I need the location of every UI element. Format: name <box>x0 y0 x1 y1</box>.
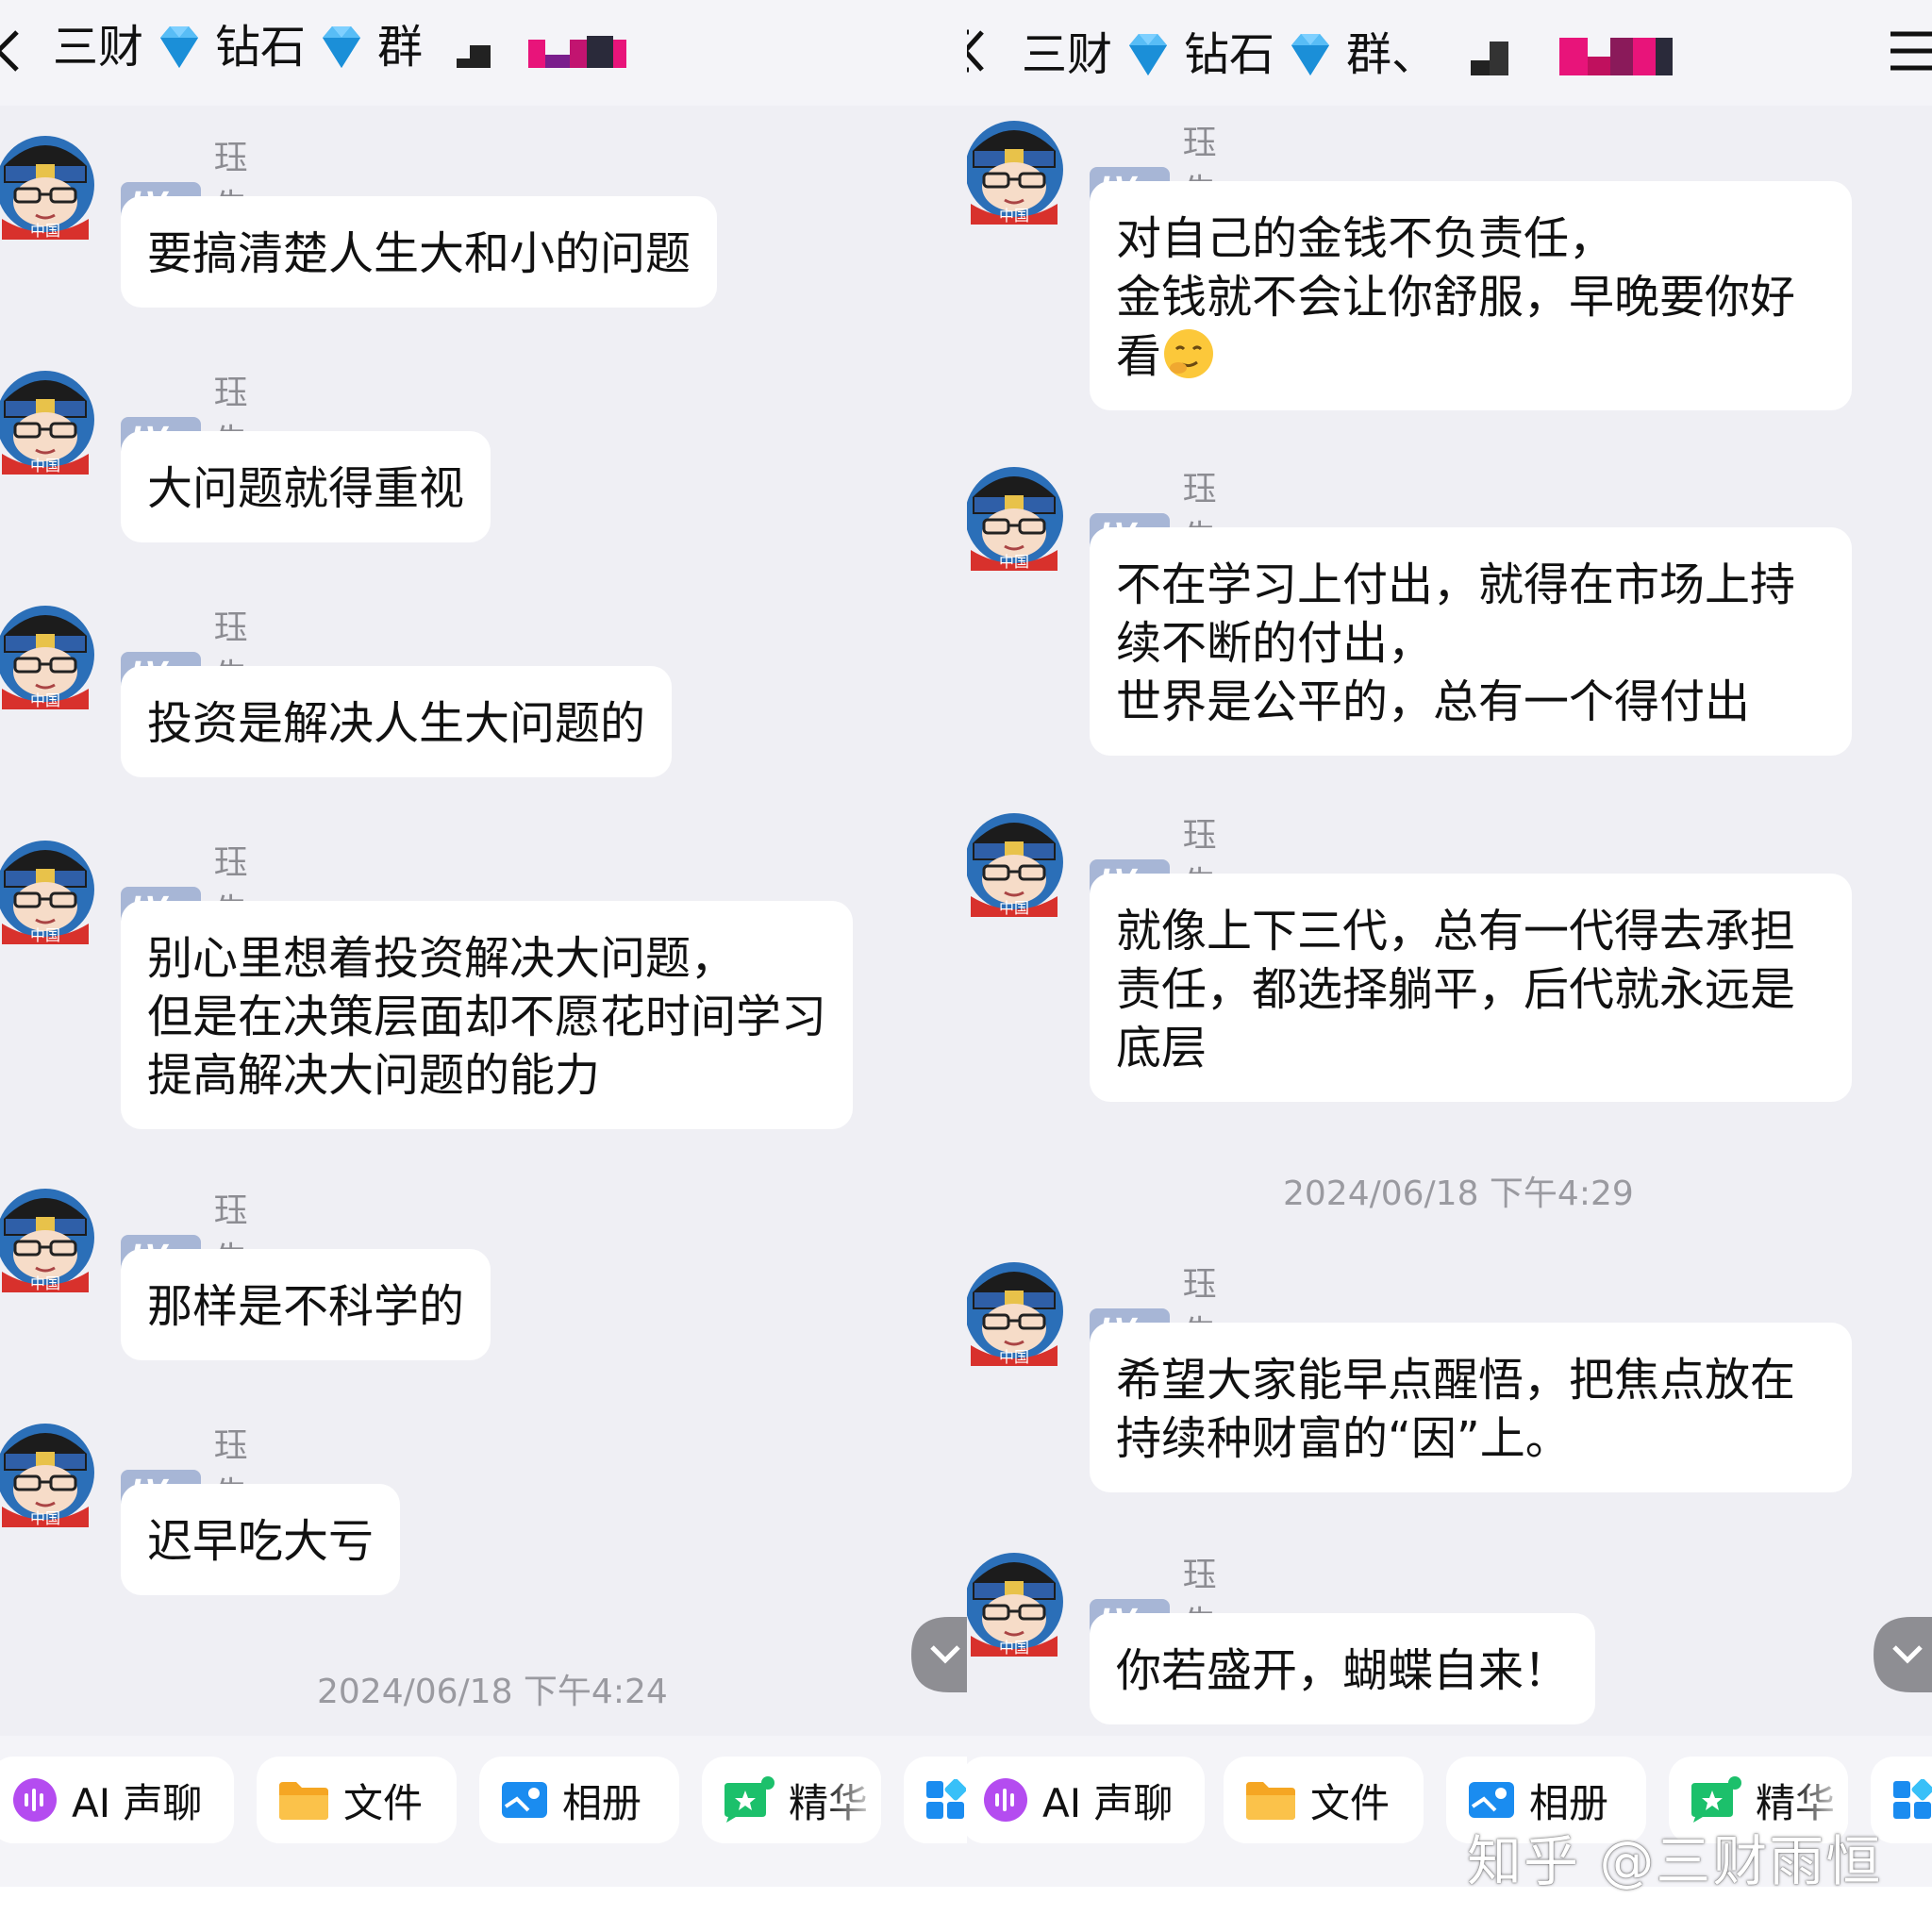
essence-star-icon <box>724 1776 774 1823</box>
group-title-text-mid: 钻石 <box>215 21 307 74</box>
message-bubble[interactable]: 别心里想着投资解决大问题， 但是在决策层面却不愿花时间学习 提高解决大问题的能力 <box>121 901 854 1129</box>
user-avatar[interactable] <box>0 833 96 944</box>
menu-back-icon[interactable] <box>967 25 990 77</box>
diamond-icon <box>1284 28 1337 81</box>
zhihu-watermark: 知乎 @三财雨恒 <box>1467 1829 1883 1893</box>
message-text: 续不断的付出， <box>1116 617 1434 670</box>
ai-voice-chat-button[interactable]: AI 声聊 <box>0 1757 234 1843</box>
user-avatar[interactable] <box>0 1181 96 1292</box>
message-bubble[interactable]: 投资是解决人生大问题的 <box>121 666 673 777</box>
ai-voice-chat-button[interactable]: AI 声聊 <box>967 1757 1205 1843</box>
group-title-text-mid: 钻石 <box>1184 28 1275 81</box>
message-text: 你若盛开，蝴蝶自来！ <box>1116 1644 1570 1697</box>
user-avatar[interactable] <box>967 113 1065 225</box>
folder-icon <box>279 1782 328 1820</box>
user-avatar[interactable] <box>0 128 96 240</box>
diamond-icon <box>153 21 206 74</box>
message-text: 对自己的金钱不负责任， <box>1116 212 1615 265</box>
diamond-icon <box>1122 28 1174 81</box>
user-avatar[interactable] <box>0 1416 96 1527</box>
diamond-icon <box>315 21 368 74</box>
message-bubble[interactable]: 希望大家能早点醒悟，把焦点放在 持续种财富的“因”上。 <box>1090 1323 1852 1492</box>
message-text: 责任，都选择躺平，后代就永远是 <box>1116 963 1796 1016</box>
menu-icon[interactable] <box>1889 25 1932 77</box>
message-text: 那样是不科学的 <box>147 1280 465 1333</box>
group-title-suffix: 群 <box>377 21 424 74</box>
apps-grid-icon <box>1893 1779 1932 1819</box>
album-button[interactable]: 相册 <box>479 1757 679 1843</box>
message-text: 大问题就得重视 <box>147 462 465 515</box>
ai-voice-label: AI 声聊 <box>1042 1779 1174 1826</box>
message-bubble[interactable]: 要搞清楚人生大和小的问题 <box>121 196 718 308</box>
message-text: 投资是解决人生大问题的 <box>147 697 646 750</box>
message-text: 不在学习上付出，就得在市场上持 <box>1116 558 1796 611</box>
message-bubble[interactable]: 对自己的金钱不负责任， 金钱就不会让你舒服，早晚要你好 看 <box>1090 181 1852 410</box>
group-title-text: 三财 <box>1022 28 1113 81</box>
ai-voice-label: AI 声聊 <box>72 1779 203 1826</box>
scroll-to-bottom-icon[interactable] <box>1874 1617 1932 1692</box>
photo-album-icon <box>1469 1782 1514 1818</box>
message-text: 别心里想着投资解决大问题， <box>147 932 737 985</box>
message-timestamp: 2024/06/18 下午4:24 <box>317 1673 668 1711</box>
message-bubble[interactable]: 迟早吃大亏 <box>121 1484 401 1595</box>
redacted-block <box>1471 34 1674 75</box>
file-button[interactable]: 文件 <box>257 1757 457 1843</box>
essence-button[interactable]: 精华 <box>702 1757 881 1843</box>
scroll-to-bottom-icon[interactable] <box>911 1617 967 1692</box>
apps-grid-icon <box>926 1779 966 1819</box>
message-bubble[interactable]: 你若盛开，蝴蝶自来！ <box>1090 1613 1596 1724</box>
user-avatar[interactable] <box>967 1545 1065 1657</box>
message-text: 希望大家能早点醒悟，把焦点放在 <box>1116 1354 1796 1407</box>
message-bubble[interactable]: 大问题就得重视 <box>121 431 491 542</box>
ai-voice-icon <box>984 1778 1027 1822</box>
left-chat-screenshot: 三财 钻石 群 LV 100 珏先生 要搞清楚人生大和小的问题 <box>0 0 967 1887</box>
file-button[interactable]: 文件 <box>1224 1757 1424 1843</box>
message-text: 看 <box>1116 330 1162 383</box>
message-text: 但是在决策层面却不愿花时间学习 <box>147 991 827 1043</box>
message-text: 世界是公平的，总有一个得付出 <box>1116 675 1751 728</box>
album-label: 相册 <box>562 1779 642 1826</box>
file-label: 文件 <box>343 1779 424 1826</box>
user-avatar[interactable] <box>0 598 96 709</box>
message-text: 提高解决大问题的能力 <box>147 1049 601 1102</box>
message-bubble[interactable]: 就像上下三代，总有一代得去承担 责任，都选择躺平，后代就永远是 底层 <box>1090 874 1852 1102</box>
group-title-text: 三财 <box>53 21 144 74</box>
group-title: 三财 钻石 群 <box>53 17 627 77</box>
user-avatar[interactable] <box>0 363 96 475</box>
back-arrow-icon[interactable] <box>0 25 43 77</box>
folder-icon <box>1246 1782 1295 1820</box>
chat-toolbar: AI 声聊 文件 相册 精华 <box>0 1736 967 1887</box>
more-apps-button[interactable] <box>904 1757 967 1843</box>
redacted-block <box>457 26 627 68</box>
message-text: 金钱就不会让你舒服，早晚要你好 <box>1116 271 1796 324</box>
chat-header: 三财 钻石 群 <box>0 0 967 106</box>
message-bubble[interactable]: 那样是不科学的 <box>121 1249 491 1360</box>
photo-album-icon <box>502 1782 547 1818</box>
message-text: 就像上下三代，总有一代得去承担 <box>1116 905 1796 958</box>
message-text: 底层 <box>1116 1022 1208 1074</box>
chat-header: 三财 钻石 群、 <box>967 0 1932 106</box>
message-text: 迟早吃大亏 <box>147 1515 375 1568</box>
smirk-emoji-icon <box>1164 329 1214 378</box>
message-bubble[interactable]: 不在学习上付出，就得在市场上持 续不断的付出， 世界是公平的，总有一个得付出 <box>1090 527 1852 756</box>
user-avatar[interactable] <box>967 806 1065 917</box>
group-title: 三财 钻石 群、 <box>1022 25 1674 85</box>
right-chat-screenshot: 三财 钻石 群、 LV 100 珏先生 <box>967 0 1932 1887</box>
user-avatar[interactable] <box>967 1255 1065 1366</box>
message-timestamp: 2024/06/18 下午4:29 <box>1283 1174 1634 1213</box>
message-text: 持续种财富的“因”上。 <box>1116 1412 1571 1465</box>
file-label: 文件 <box>1310 1779 1391 1826</box>
message-text: 要搞清楚人生大和小的问题 <box>147 227 691 280</box>
group-title-suffix: 群、 <box>1346 28 1438 81</box>
ai-voice-icon <box>13 1778 57 1822</box>
user-avatar[interactable] <box>967 459 1065 571</box>
